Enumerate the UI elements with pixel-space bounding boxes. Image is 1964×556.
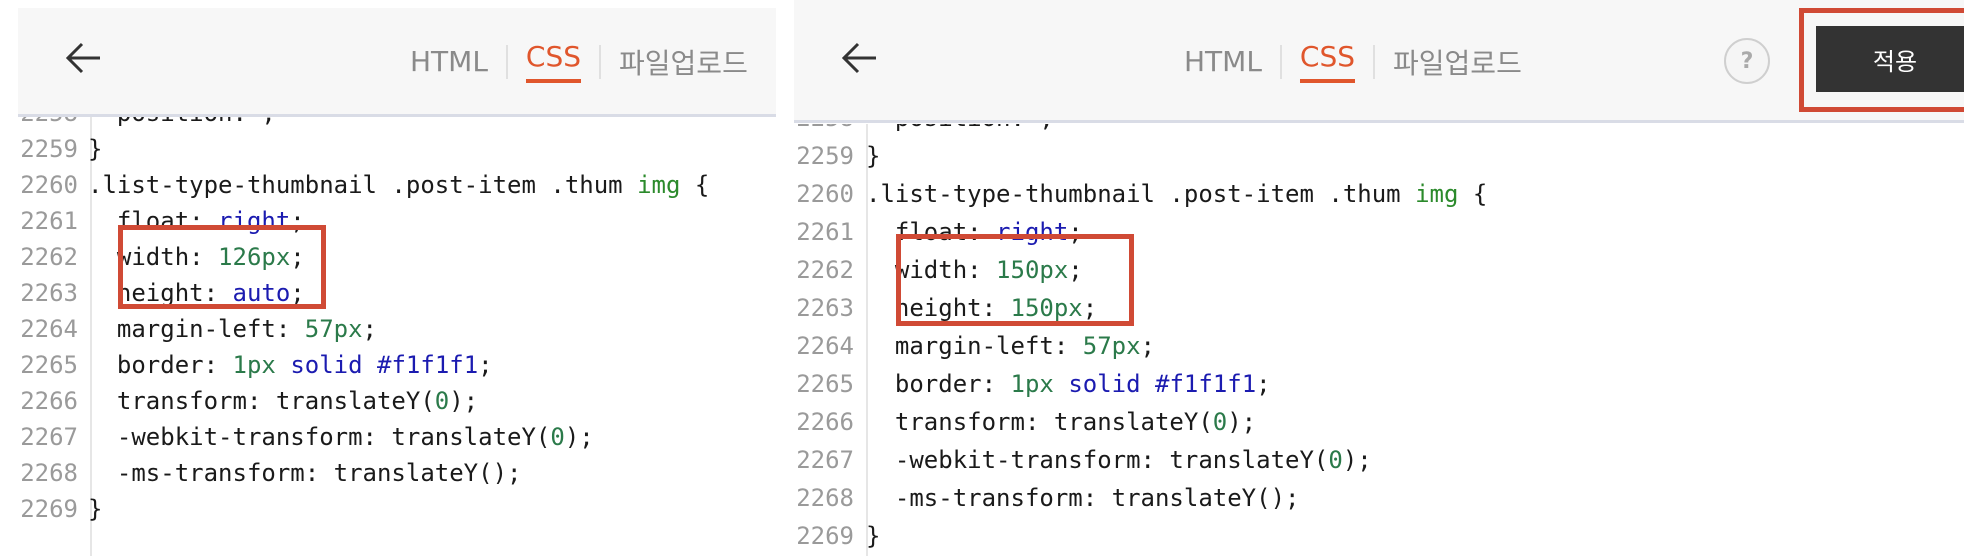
code-line: 2264 margin-left: 57px; [794,328,1964,364]
line-number: 2263 [796,294,854,322]
line-number: 2261 [20,207,78,235]
line-number: 2258 [18,117,78,131]
code-text: transform: translateY(0); [866,408,1257,436]
code-text: transform: translateY(0); [88,387,479,415]
code-line: 2269} [18,491,776,527]
tab-css[interactable]: CSS [525,40,582,83]
code-text: } [88,135,103,163]
line-number: 2264 [20,315,78,343]
left-editor-panel: HTML CSS 파일업로드 2258 position: ;2259}2260… [0,0,776,556]
line-number: 2259 [20,135,78,163]
line-number: 2265 [20,351,78,379]
code-line: 2265 border: 1px solid #f1f1f1; [794,366,1964,402]
code-line: 2259} [794,138,1964,174]
line-number: 2267 [20,423,78,451]
line-number: 2265 [796,370,854,398]
tab-divider [1373,44,1376,79]
right-editor-panel: HTML CSS 파일업로드 ? 적용 2258 position: ; 2259… [776,0,1964,556]
code-text: } [866,522,881,550]
code-line: 2267 -webkit-transform: translateY(0); [794,442,1964,478]
line-number: 2266 [796,408,854,436]
apply-button[interactable]: 적용 [1816,26,1964,92]
tab-file-upload[interactable]: 파일업로드 [1393,42,1522,82]
css-code-editor[interactable]: 2258 position: ; 2259} 2260 .list-type-thum… [794,124,1964,556]
code-line: 2266 transform: translateY(0); [18,383,776,419]
size-change-highlight [896,234,1134,326]
code-line: 2258 position: ; [794,124,1964,136]
line-number: 2259 [796,142,854,170]
tab-divider [505,44,508,79]
code-line: 2265 border: 1px solid #f1f1f1; [18,347,776,383]
line-number: 2263 [20,279,78,307]
line-number: 2266 [20,387,78,415]
line-number: 2261 [796,218,854,246]
line-number: 2269 [20,495,78,523]
code-line: 2266 transform: translateY(0); [794,404,1964,440]
code-text: border: 1px solid #f1f1f1; [88,351,493,379]
code-line: 2258 position: ; [18,117,776,131]
code-text: -webkit-transform: translateY(0); [866,446,1372,474]
editor-header: HTML CSS 파일업로드 ? 적용 [794,0,1964,123]
tab-css[interactable]: CSS [1299,40,1356,83]
code-text: margin-left: 57px; [866,332,1155,360]
line-number: 2260 [796,180,854,208]
line-number: 2267 [796,446,854,474]
line-number: 2269 [796,522,854,550]
code-line: 2260 .list-type-thumbnail .post-item .thu… [794,176,1964,212]
back-arrow-icon[interactable] [836,32,888,84]
code-text: -ms-transform: translateY(); [88,459,522,487]
code-text: } [866,142,881,170]
code-line: 2269} [794,518,1964,554]
editor-tabs: HTML CSS 파일업로드 [410,40,748,83]
tab-divider [1279,44,1282,79]
line-number: 2264 [796,332,854,360]
line-number: 2262 [796,256,854,284]
tab-file-upload[interactable]: 파일업로드 [619,42,748,82]
code-text: -webkit-transform: translateY(0); [88,423,594,451]
line-number: 2268 [20,459,78,487]
back-arrow-icon[interactable] [60,32,112,84]
code-line: 2268 -ms-transform: translateY(); [794,480,1964,516]
code-text: margin-left: 57px; [88,315,377,343]
line-number: 2268 [796,484,854,512]
code-text: position: ; [866,124,1054,136]
code-line: 2267 -webkit-transform: translateY(0); [18,419,776,455]
code-line: 2260 .list-type-thumbnail .post-item .thu… [18,167,776,203]
line-number: 2258 [794,124,854,136]
code-text: position: ; [88,117,276,131]
code-line: 2264 margin-left: 57px; [18,311,776,347]
tab-html[interactable]: HTML [1184,45,1262,78]
code-line: 2268 -ms-transform: translateY(); [18,455,776,491]
code-line: 2259} [18,131,776,167]
size-change-highlight [118,225,326,309]
line-number: 2262 [20,243,78,271]
code-text: .list-type-thumbnail .post-item .thum im… [88,171,710,199]
code-text: } [88,495,103,523]
tab-html[interactable]: HTML [410,45,488,78]
code-text: border: 1px solid #f1f1f1; [866,370,1271,398]
editor-tabs: HTML CSS 파일업로드 [1184,40,1522,83]
editor-header: HTML CSS 파일업로드 [18,8,776,117]
help-icon[interactable]: ? [1724,38,1770,84]
line-number: 2260 [20,171,78,199]
code-text: .list-type-thumbnail .post-item .thum im… [866,180,1488,208]
tab-divider [599,44,602,79]
css-code-editor[interactable]: 2258 position: ;2259}2260.list-type-thum… [18,117,776,556]
code-text: -ms-transform: translateY(); [866,484,1300,512]
